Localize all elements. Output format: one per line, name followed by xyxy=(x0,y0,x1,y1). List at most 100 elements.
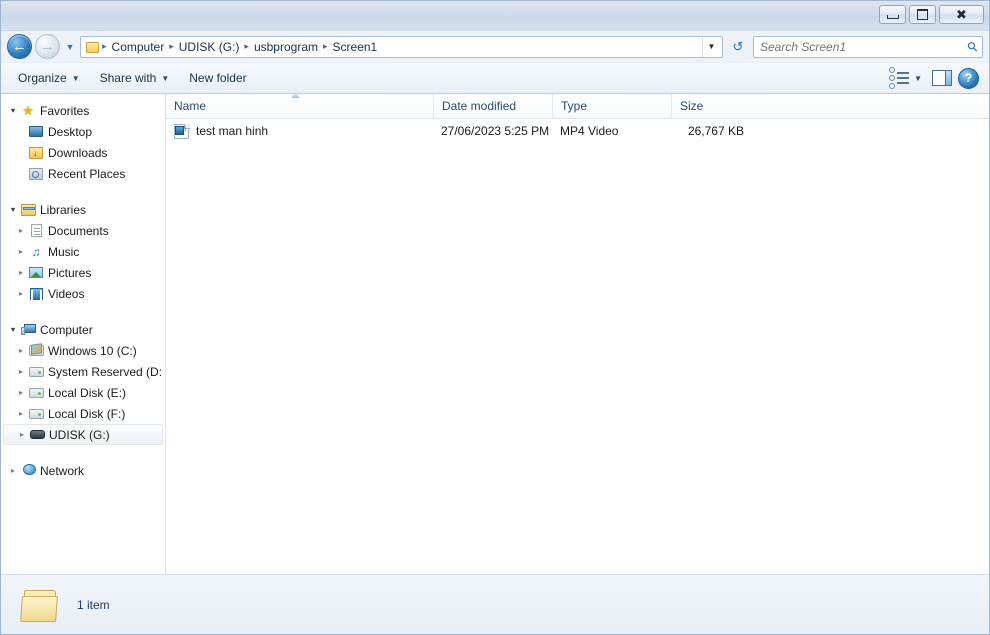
expander-closed-icon[interactable]: ▸ xyxy=(15,409,27,418)
sidebar-item-local-disk-f[interactable]: ▸ Local Disk (F:) xyxy=(1,403,165,424)
sidebar-item-label: Videos xyxy=(48,286,85,301)
sidebar-item-desktop[interactable]: Desktop xyxy=(1,121,165,142)
documents-icon xyxy=(27,224,45,237)
minimize-button[interactable] xyxy=(879,5,906,24)
expander-closed-icon[interactable]: ▸ xyxy=(15,226,27,235)
search-input[interactable] xyxy=(758,38,969,55)
sidebar-item-pictures[interactable]: ▸ Pictures xyxy=(1,262,165,283)
refresh-button[interactable]: ↺ xyxy=(726,36,750,58)
address-bar[interactable]: ▸ Computer ▸ UDISK (G:) ▸ usbprogram ▸ S… xyxy=(80,35,723,58)
expander-closed-icon[interactable]: ▸ xyxy=(15,388,27,397)
search-box[interactable]: ⚲ xyxy=(753,35,983,58)
drive-icon xyxy=(27,387,45,398)
sidebar-group-network[interactable]: ▸ Network xyxy=(1,460,165,481)
desktop-icon xyxy=(27,126,45,137)
expander-closed-icon[interactable]: ▸ xyxy=(15,268,27,277)
downloads-icon: ↓ xyxy=(27,146,45,159)
file-list-pane: Name Date modified Type Size ♫ test man … xyxy=(166,93,989,574)
sidebar-item-recent-places[interactable]: Recent Places xyxy=(1,163,165,184)
breadcrumb-item-screen1[interactable]: Screen1 xyxy=(329,38,382,56)
organize-label: Organize xyxy=(18,71,67,85)
table-row[interactable]: ♫ test man hinh 27/06/2023 5:25 PM MP4 V… xyxy=(166,119,989,143)
sidebar-item-local-disk-e[interactable]: ▸ Local Disk (E:) xyxy=(1,382,165,403)
chevron-down-icon: ▼ xyxy=(71,73,80,83)
column-header-date-modified[interactable]: Date modified xyxy=(433,94,552,118)
title-bar: ✖ xyxy=(1,1,989,31)
usb-drive-icon xyxy=(28,430,46,439)
star-icon: ★ xyxy=(22,103,34,118)
sidebar-item-label: Downloads xyxy=(48,145,108,160)
sidebar-item-documents[interactable]: ▸ Documents xyxy=(1,220,165,241)
status-details: 1 item xyxy=(77,598,110,612)
column-header-row: Name Date modified Type Size xyxy=(166,93,989,119)
expander-closed-icon[interactable]: ▸ xyxy=(16,430,28,439)
sidebar-item-music[interactable]: ▸ ♫ Music xyxy=(1,241,165,262)
back-button[interactable]: ← xyxy=(7,34,32,59)
column-header-size[interactable]: Size xyxy=(671,94,751,118)
new-folder-label: New folder xyxy=(189,71,247,85)
column-header-name[interactable]: Name xyxy=(166,93,433,118)
chevron-down-icon[interactable]: ▼ xyxy=(702,36,720,57)
sidebar-group-favorites[interactable]: ▾ ★ Favorites xyxy=(1,100,165,121)
expander-open-icon[interactable]: ▾ xyxy=(7,205,19,214)
help-button[interactable]: ? xyxy=(958,67,979,89)
maximize-button[interactable] xyxy=(909,5,936,24)
column-header-type[interactable]: Type xyxy=(552,94,671,118)
sidebar-group-libraries[interactable]: ▾ Libraries xyxy=(1,199,165,220)
expander-closed-icon[interactable]: ▸ xyxy=(15,247,27,256)
sidebar-item-label: Music xyxy=(48,244,80,259)
expander-open-icon[interactable]: ▾ xyxy=(7,106,19,115)
status-bar: 1 item xyxy=(1,574,989,634)
expander-closed-icon[interactable]: ▸ xyxy=(15,367,27,376)
view-list-icon xyxy=(889,67,910,89)
breadcrumb-item-usbprogram[interactable]: usbprogram xyxy=(250,38,322,56)
sidebar-item-downloads[interactable]: ↓ Downloads xyxy=(1,142,165,163)
network-icon xyxy=(19,464,37,477)
breadcrumb-item-udisk[interactable]: UDISK (G:) xyxy=(175,38,244,56)
sidebar-item-label: Desktop xyxy=(48,124,93,139)
sidebar-group-computer[interactable]: ▾ Computer xyxy=(1,319,165,340)
file-type-cell: MP4 Video xyxy=(560,124,619,138)
toolbar-right-group: ▼ ? xyxy=(885,64,981,92)
navigation-pane: ▾ ★ Favorites Desktop ↓ Downloads Recent… xyxy=(1,94,166,574)
expander-open-icon[interactable]: ▾ xyxy=(7,325,19,334)
sidebar-item-label: System Reserved (D: xyxy=(48,364,163,379)
close-button[interactable]: ✖ xyxy=(939,5,984,24)
sidebar-group-label: Network xyxy=(40,463,85,478)
share-with-button[interactable]: Share with ▼ xyxy=(91,67,179,89)
sidebar-item-udisk-g[interactable]: ▸ UDISK (G:) xyxy=(3,424,163,445)
forward-button[interactable]: → xyxy=(35,34,60,59)
sidebar-item-system-reserved-d[interactable]: ▸ System Reserved (D: xyxy=(1,361,165,382)
libraries-icon xyxy=(19,203,37,216)
preview-pane-button[interactable] xyxy=(932,70,952,86)
recent-pages-dropdown-icon[interactable]: ▼ xyxy=(63,34,77,59)
expander-closed-icon[interactable]: ▸ xyxy=(15,346,27,355)
change-view-button[interactable]: ▼ xyxy=(885,64,926,92)
close-icon: ✖ xyxy=(956,7,967,22)
refresh-icon: ↺ xyxy=(732,38,744,54)
sidebar-group-label: Favorites xyxy=(40,103,90,118)
videos-icon xyxy=(27,287,45,300)
new-folder-button[interactable]: New folder xyxy=(180,67,255,89)
expander-closed-icon[interactable]: ▸ xyxy=(7,466,19,475)
sidebar-group-label: Libraries xyxy=(40,202,87,217)
sidebar-item-videos[interactable]: ▸ Videos xyxy=(1,283,165,304)
file-name-label: test man hinh xyxy=(196,124,269,138)
breadcrumb-item-computer[interactable]: Computer xyxy=(108,38,169,56)
item-count-label: 1 item xyxy=(77,597,110,612)
share-with-label: Share with xyxy=(99,71,157,85)
sort-ascending-icon xyxy=(291,93,300,98)
column-header-label: Name xyxy=(174,99,207,113)
column-header-label: Type xyxy=(561,99,588,113)
command-toolbar: Organize ▼ Share with ▼ New folder ▼ ? xyxy=(1,62,989,94)
file-name-cell[interactable]: ♫ test man hinh xyxy=(166,123,433,139)
organize-button[interactable]: Organize ▼ xyxy=(9,67,89,89)
window-controls: ✖ xyxy=(879,5,984,24)
mp4-video-icon: ♫ xyxy=(174,123,190,139)
sidebar-item-windows-10-c[interactable]: ▸ Windows 10 (C:) xyxy=(1,340,165,361)
expander-closed-icon[interactable]: ▸ xyxy=(15,289,27,298)
chevron-down-icon: ▼ xyxy=(914,73,922,83)
